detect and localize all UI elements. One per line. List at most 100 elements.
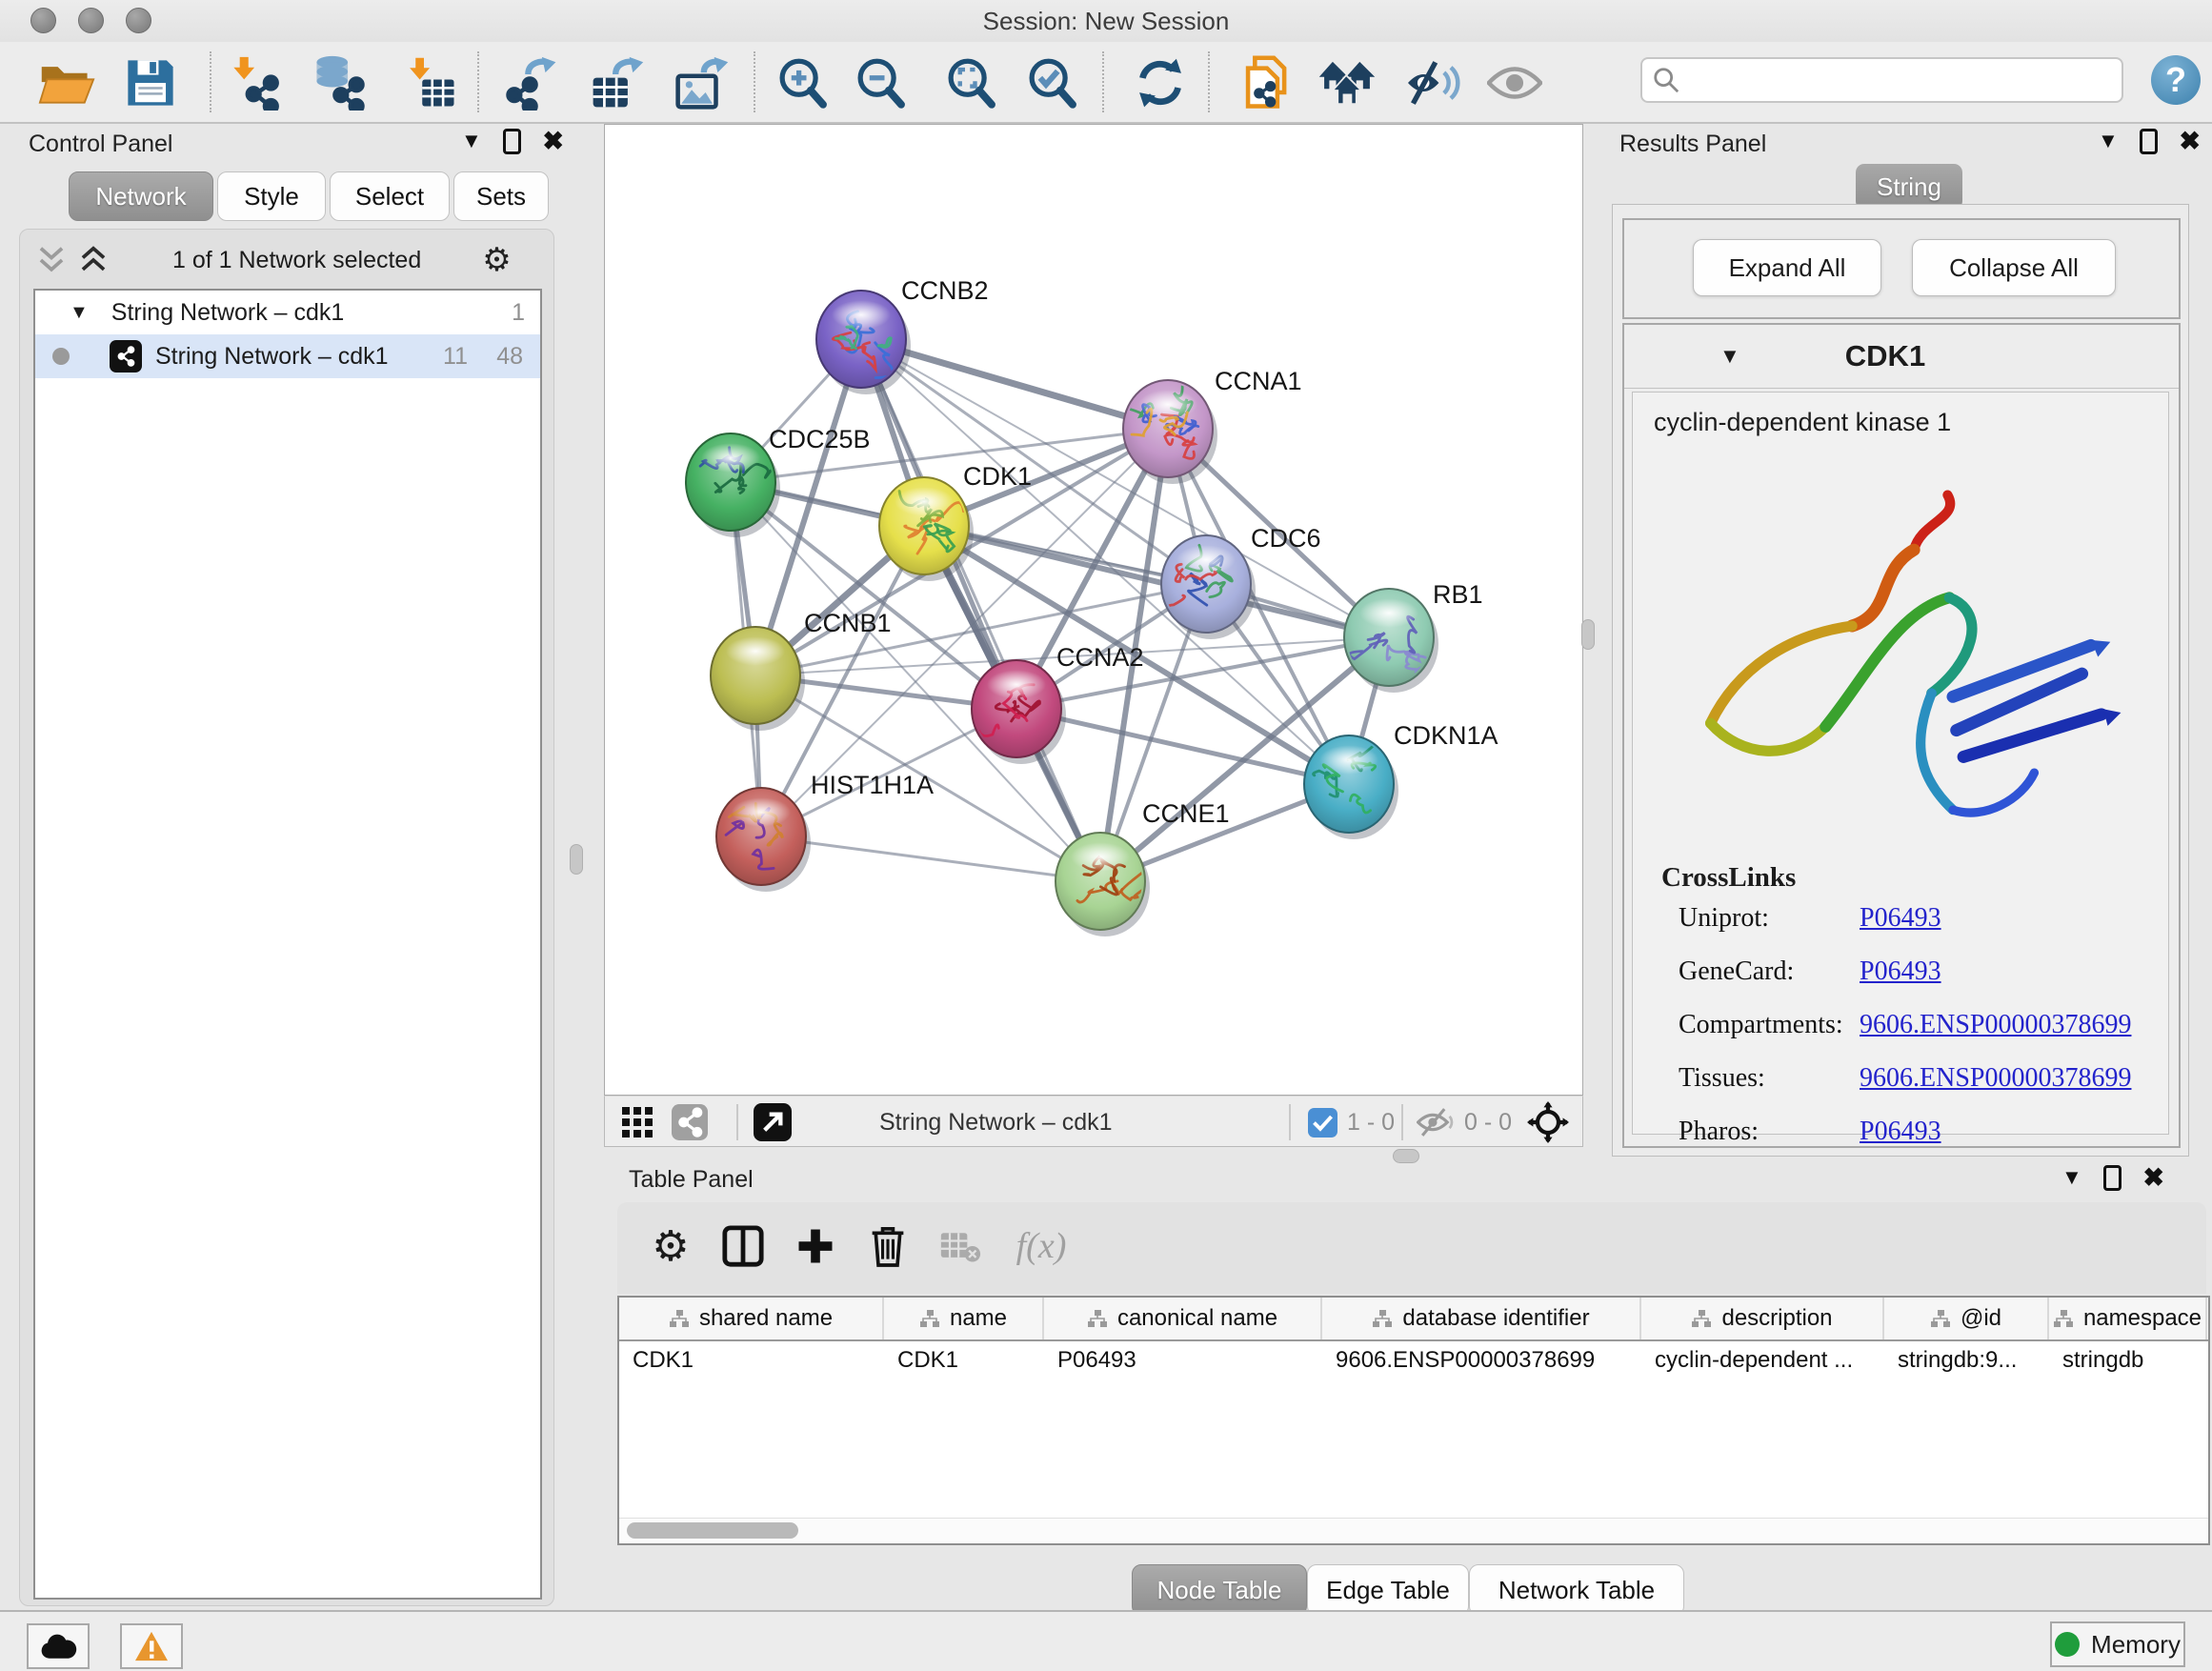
tab-network[interactable]: Network [69,171,213,221]
node-result-header[interactable]: ▼ CDK1 [1624,325,2179,389]
show-all-networks-button[interactable] [1317,53,1377,112]
node-ccne1[interactable]: CCNE1 [1056,799,1230,936]
export-table-button[interactable] [588,53,647,112]
cloud-status-button[interactable] [27,1623,90,1669]
save-session-button[interactable] [121,53,180,112]
hide-selected-button[interactable] [1404,53,1463,112]
network-share-button[interactable] [672,1104,708,1140]
node-cdc6[interactable]: CDC6 [1156,524,1321,639]
function-builder-button[interactable]: f(x) [998,1216,1084,1277]
protein-structure-image [1656,460,2151,841]
tab-string[interactable]: String [1856,164,1962,210]
import-network-from-database-button[interactable] [310,53,369,112]
open-session-button[interactable] [37,53,96,112]
help-button[interactable]: ? [2151,55,2201,105]
zoom-selected-button[interactable] [1023,53,1082,112]
float-panel-icon[interactable] [2140,129,2159,154]
horizontal-scrollbar[interactable] [619,1518,2208,1543]
tab-select[interactable]: Select [330,171,450,221]
delete-table-button[interactable] [930,1216,991,1277]
collapse-all-icon[interactable] [37,245,66,275]
column-type-icon [669,1309,690,1328]
crosslink-link[interactable]: P06493 [1860,956,1941,987]
tab-style[interactable]: Style [217,171,326,221]
cell--id[interactable]: stringdb:9... [1884,1341,2049,1379]
crosslink-link[interactable]: 9606.ENSP00000378699 [1860,1010,2131,1040]
show-hidden-button[interactable] [1485,53,1544,112]
export-network-icon [504,55,559,111]
close-panel-icon[interactable]: ✖ [2142,1163,2164,1193]
birds-eye-view-button[interactable] [620,1104,654,1140]
apply-layout-button[interactable] [1131,53,1190,112]
panel-menu-icon[interactable]: ▼ [461,129,482,153]
section-expander-icon[interactable]: ▼ [1719,344,1740,369]
search-input[interactable] [1640,57,2123,103]
column-header-namespace[interactable]: namespace [2049,1298,2207,1339]
network-options-gear-icon[interactable]: ⚙ [482,241,511,279]
export-image-button[interactable] [673,53,732,112]
panel-menu-icon[interactable]: ▼ [2098,129,2119,153]
node-hist1h1a[interactable]: HIST1H1A [716,771,934,892]
tab-sets[interactable]: Sets [453,171,549,221]
cell-description[interactable]: cyclin-dependent ... [1641,1341,1884,1379]
export-network-button[interactable] [502,53,561,112]
show-columns-button[interactable] [713,1216,774,1277]
column-header-description[interactable]: description [1641,1298,1884,1339]
tree-expander-icon[interactable]: ▼ [70,302,89,324]
float-panel-icon[interactable] [503,129,522,154]
network-graph[interactable]: CCNB2CCNA1CDC25BCDK1CDC6RB1CCNB1CCNA2CDK… [605,125,1582,1095]
collapse-all-button[interactable]: Collapse All [1912,239,2116,296]
node-ccna1[interactable]: CCNA1 [1123,367,1302,484]
expand-all-icon[interactable] [79,245,108,275]
tab-network-table[interactable]: Network Table [1469,1564,1684,1616]
node-cdkn1a[interactable]: CDKN1A [1304,721,1498,839]
column-header-canonical-name[interactable]: canonical name [1044,1298,1322,1339]
zoom-in-button[interactable] [774,53,833,112]
close-panel-icon[interactable]: ✖ [542,127,564,156]
control-panel: Control Panel ▼ ✖ NetworkStyleSelectSets… [8,126,564,1604]
create-column-button[interactable] [785,1216,846,1277]
table-row[interactable]: CDK1CDK1P064939606.ENSP00000378699cyclin… [619,1341,2208,1379]
column-header--id[interactable]: @id [1884,1298,2049,1339]
network-canvas[interactable]: CCNB2CCNA1CDC25BCDK1CDC6RB1CCNB1CCNA2CDK… [604,124,1583,1096]
crosslink-link[interactable]: 9606.ENSP00000378699 [1860,1063,2131,1094]
crosslinks-list: Uniprot:P06493GeneCard:P06493Compartment… [1679,903,2168,1147]
import-table-button[interactable] [401,53,460,112]
table-options-button[interactable]: ⚙ [640,1216,701,1277]
cell-canonical-name[interactable]: P06493 [1044,1341,1322,1379]
cell-name[interactable]: CDK1 [884,1341,1044,1379]
node-rb1[interactable]: RB1 [1344,580,1483,693]
fit-content-button[interactable] [1527,1104,1569,1140]
network-collection-row[interactable]: ▼ String Network – cdk1 1 [35,291,540,334]
column-header-shared-name[interactable]: shared name [619,1298,884,1339]
cell-shared-name[interactable]: CDK1 [619,1341,884,1379]
column-header-name[interactable]: name [884,1298,1044,1339]
node-cdk1[interactable]: CDK1 [879,462,1032,581]
node-label-cdc6: CDC6 [1251,524,1321,553]
cell-database-identifier[interactable]: 9606.ENSP00000378699 [1322,1341,1641,1379]
tab-edge-table[interactable]: Edge Table [1307,1564,1469,1616]
panel-menu-icon[interactable]: ▼ [2061,1165,2082,1190]
splitter-handle[interactable] [1581,619,1595,650]
zoom-fit-button[interactable] [942,53,1001,112]
memory-button[interactable]: Memory [2050,1621,2185,1667]
zoom-out-button[interactable] [852,53,911,112]
import-network-button[interactable] [226,53,285,112]
crosslink-label: GeneCard: [1679,956,1860,987]
column-header-database-identifier[interactable]: database identifier [1322,1298,1641,1339]
tab-node-table[interactable]: Node Table [1132,1564,1307,1616]
clone-network-button[interactable] [1237,53,1297,112]
delete-column-button[interactable] [857,1216,918,1277]
float-panel-icon[interactable] [2103,1165,2122,1191]
open-in-new-window-button[interactable] [754,1104,792,1140]
scrollbar-thumb[interactable] [627,1522,798,1539]
close-panel-icon[interactable]: ✖ [2179,127,2201,156]
crosslink-link[interactable]: P06493 [1860,903,1941,934]
expand-all-button[interactable]: Expand All [1693,239,1881,296]
splitter-handle[interactable] [570,844,583,875]
warnings-button[interactable] [120,1623,183,1669]
cell-namespace[interactable]: stringdb [2049,1341,2207,1379]
crosslink-link[interactable]: P06493 [1860,1117,1941,1147]
column-type-icon [1691,1309,1712,1328]
network-row-selected[interactable]: String Network – cdk1 11 48 [35,334,540,378]
